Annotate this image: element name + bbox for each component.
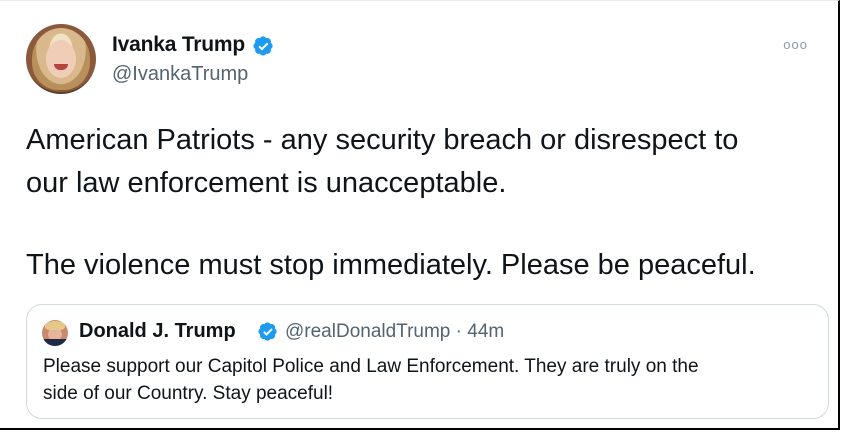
quoted-avatar-suit: [42, 339, 68, 346]
author-name[interactable]: Ivanka Trump: [112, 33, 245, 57]
author-avatar[interactable]: [26, 24, 96, 94]
quoted-tweet[interactable]: Donald J. Trump @realDonaldTrump · 44m P…: [26, 304, 829, 419]
avatar-face: [46, 40, 76, 78]
quoted-avatar-hair: [45, 321, 65, 330]
tweet-line: our law enforcement is unacceptable.: [26, 167, 507, 199]
quoted-author-name: Donald J. Trump: [79, 320, 236, 342]
quoted-tweet-line: side of our Country. Stay peaceful!: [43, 383, 334, 404]
tweet-line: American Patriots - any security breach …: [26, 124, 739, 156]
tweet-card: Ivanka Trump @IvankaTrump ooo American P…: [0, 0, 840, 430]
quoted-tweet-line: Please support our Capitol Police and La…: [43, 356, 699, 377]
author-handle[interactable]: @IvankaTrump: [112, 63, 248, 86]
tweet-text: American Patriots - any security breach …: [26, 119, 826, 287]
tweet-line: The violence must stop immediately. Plea…: [26, 249, 756, 281]
verified-badge-icon: [253, 36, 273, 56]
quoted-tweet-text: Please support our Capitol Police and La…: [43, 353, 813, 407]
quoted-author-avatar: [42, 320, 68, 346]
quoted-handle-time: @realDonaldTrump · 44m: [285, 321, 505, 342]
more-options-icon[interactable]: ooo: [783, 37, 808, 52]
quoted-verified-badge-icon: [258, 322, 277, 341]
